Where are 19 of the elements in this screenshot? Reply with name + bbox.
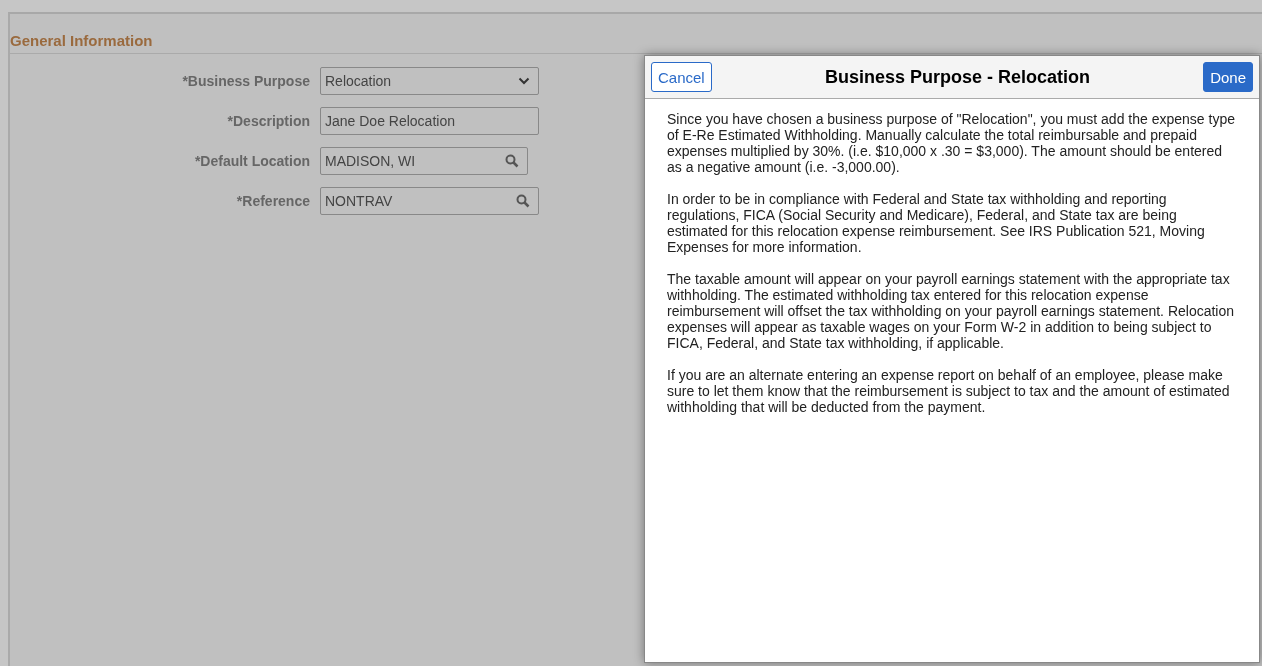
select-field[interactable]: Relocation bbox=[320, 67, 539, 95]
field-label: *Default Location bbox=[193, 153, 311, 169]
paragraph: The taxable amount will appear on your payroll earnings statement with the appropriate tax withholding. The estimated withholding tax entered for this relocation expense reimbursement will offset the tax withholding on your payroll earnings statement. Relocation expenses will appear as taxable wages on your Form W-2 in addition to being subject to FICA, Federal, and State tax withholding, if applicable. bbox=[667, 271, 1235, 351]
paragraph: If you are an alternate entering an expense report on behalf of an employee, please make sure to let them know that the reimbursement is subject to tax and the amount of estimated withholding that will be deducted from the payment. bbox=[667, 367, 1231, 415]
field-label: *Description bbox=[226, 113, 311, 129]
field-label: *Business Purpose bbox=[181, 73, 311, 89]
search-icon bbox=[516, 194, 530, 208]
search-icon bbox=[505, 154, 519, 168]
lookup-field[interactable]: MADISON, WI bbox=[320, 147, 528, 175]
field-label: *Reference bbox=[235, 193, 311, 209]
paragraph: Since you have chosen a business purpose of "Relocation", you must add the expense type of E-Re Estimated Withholding. Manually calculate the total reimbursable and prepaid expenses multiplied by 30%. (i.e. $10,000 x .30 = $3,000). The amount should be entered as a negative amount (i.e. -3,000.00). bbox=[667, 111, 1235, 175]
section-title: General Information bbox=[10, 14, 1262, 54]
cancel-button[interactable]: Cancel bbox=[651, 62, 712, 92]
done-button[interactable]: Done bbox=[1203, 62, 1253, 92]
paragraph: In order to be in compliance with Federal and State tax withholding and reporting regulations, FICA (Social Security and Medicare), Federal, and State tax are being estimated for this relocation expense reimbursement. See IRS Publication 521, Moving Expenses for more information. bbox=[667, 191, 1206, 255]
dialog-title: Business Purpose - Relocation bbox=[824, 66, 1090, 88]
lookup-field[interactable]: NONTRAV bbox=[320, 187, 539, 215]
input-field[interactable]: Jane Doe Relocation bbox=[320, 107, 539, 135]
chevron-icon bbox=[518, 77, 530, 85]
